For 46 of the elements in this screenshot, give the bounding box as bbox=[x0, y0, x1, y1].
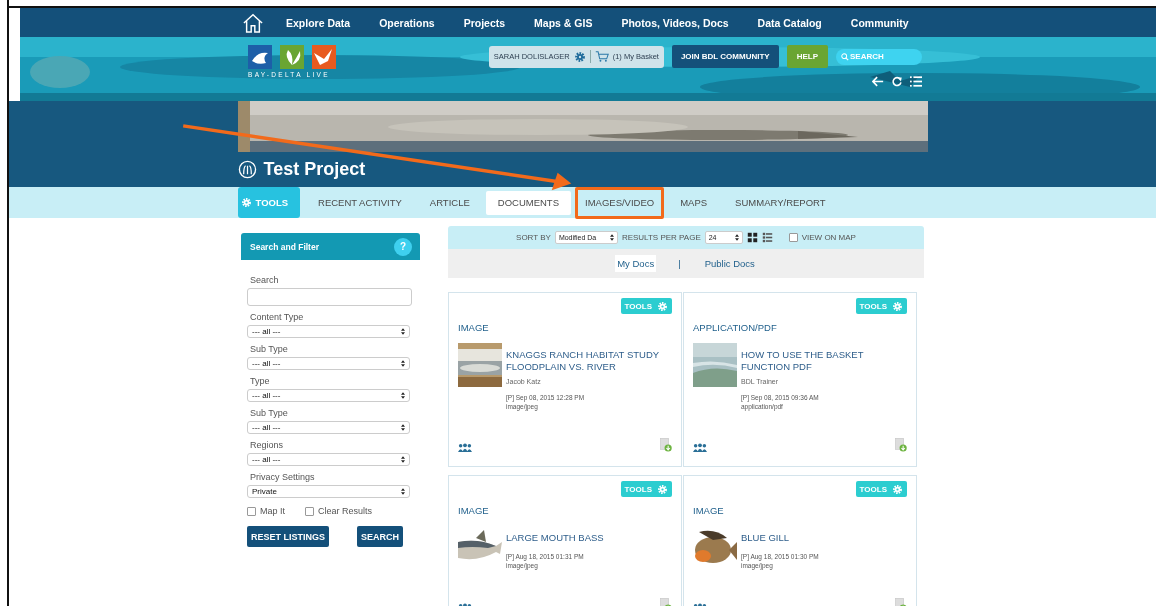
nav-link[interactable]: Projects bbox=[463, 16, 506, 29]
select-dropdown[interactable]: --- all --- bbox=[247, 421, 410, 434]
separator-text: | bbox=[678, 258, 681, 269]
checkbox-label: Map It bbox=[260, 506, 285, 516]
select-dropdown[interactable]: --- all --- bbox=[247, 453, 410, 466]
results-per-page-label: RESULTS PER PAGE bbox=[621, 233, 701, 242]
document-title-link[interactable]: BLUE GILL bbox=[741, 532, 819, 544]
checkbox-label: VIEW ON MAP bbox=[801, 233, 856, 242]
field-label: Type bbox=[250, 376, 271, 386]
nav-link[interactable]: Photos, Videos, Docs bbox=[621, 16, 729, 29]
field-label: Regions bbox=[250, 440, 285, 450]
tab[interactable]: DOCUMENTS bbox=[485, 190, 571, 215]
nav-link[interactable]: Maps & GIS bbox=[534, 16, 593, 29]
select-dropdown[interactable]: --- all --- bbox=[247, 325, 410, 338]
content-type: APPLICATION/PDF bbox=[693, 322, 778, 333]
action-button[interactable]: SEARCH bbox=[357, 526, 403, 547]
select-dropdown[interactable]: Private bbox=[247, 485, 410, 498]
nav-link[interactable]: Community bbox=[850, 16, 909, 29]
sort-label: SORT BY bbox=[516, 233, 551, 242]
doc-tab[interactable]: Public Docs bbox=[702, 255, 757, 272]
panel-title: Search and Filter bbox=[250, 241, 319, 252]
field-label: Content Type bbox=[250, 312, 305, 322]
tab[interactable]: MAPS bbox=[668, 190, 720, 215]
document-title-link[interactable]: LARGE MOUTH BASS bbox=[506, 532, 604, 544]
content-type: IMAGE bbox=[693, 505, 725, 516]
field-label: Sub Type bbox=[250, 408, 289, 418]
project-title: Test Project bbox=[263, 159, 366, 180]
nav-link[interactable]: Operations bbox=[379, 16, 435, 29]
field-label: Privacy Settings bbox=[250, 472, 316, 482]
action-button[interactable]: RESET LISTINGS bbox=[247, 526, 329, 547]
content-type: IMAGE bbox=[458, 505, 490, 516]
document-title-link[interactable]: KNAGGS RANCH HABITAT STUDY FLOODPLAIN VS. RIVER bbox=[506, 349, 672, 373]
tab[interactable]: ARTICLE bbox=[417, 190, 482, 215]
checkbox-label: Clear Results bbox=[318, 506, 373, 516]
tab[interactable]: SUMMARY/REPORT bbox=[723, 190, 838, 215]
select-dropdown[interactable]: --- all --- bbox=[247, 357, 410, 370]
content-type: IMAGE bbox=[458, 322, 490, 333]
nav-link[interactable]: Explore Data bbox=[286, 16, 351, 29]
tab[interactable]: RECENT ACTIVITY bbox=[306, 190, 414, 215]
field-label: Sub Type bbox=[250, 344, 289, 354]
document-title-link[interactable]: HOW TO USE THE BASKET FUNCTION PDF bbox=[741, 349, 907, 373]
tab[interactable]: IMAGES/VIDEO bbox=[575, 186, 665, 219]
select-dropdown[interactable]: --- all --- bbox=[247, 389, 410, 402]
field-label: Search bbox=[250, 275, 280, 285]
doc-tab[interactable]: My Docs bbox=[615, 255, 657, 272]
nav-link[interactable]: Data Catalog bbox=[757, 16, 822, 29]
